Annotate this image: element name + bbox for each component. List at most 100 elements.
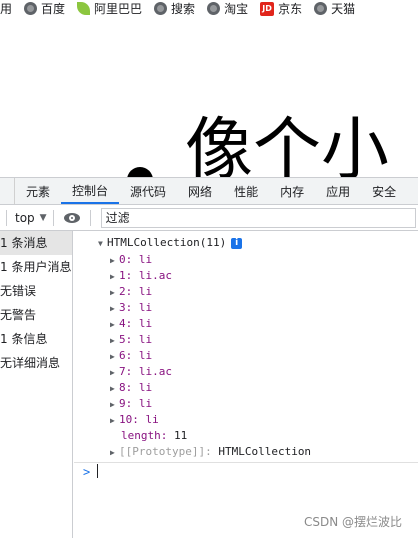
collection-item-row[interactable]: ▶ 9: li bbox=[110, 396, 152, 412]
collection-item-row[interactable]: ▶ 1: li.ac bbox=[110, 268, 172, 284]
bookmark-label: 搜索 bbox=[171, 2, 196, 16]
collapse-triangle-icon[interactable]: ▶ bbox=[110, 413, 119, 429]
tab-network[interactable]: 网络 bbox=[177, 178, 223, 204]
tab-application[interactable]: 应用 bbox=[315, 178, 361, 204]
collection-item-row[interactable]: ▶ 7: li.ac bbox=[110, 364, 172, 380]
item-value: li bbox=[145, 413, 159, 426]
item-value: li bbox=[138, 333, 153, 346]
sidebar-item-user-messages[interactable]: 1 条用户消息 bbox=[0, 255, 72, 279]
prototype-value: HTMLCollection bbox=[218, 445, 312, 458]
console-input[interactable] bbox=[97, 464, 98, 478]
sidebar-item-verbose[interactable]: 无详细消息 bbox=[0, 351, 72, 375]
bookmark-taobao[interactable]: 淘宝 bbox=[207, 0, 248, 17]
collapse-triangle-icon[interactable]: ▶ bbox=[110, 349, 119, 365]
eye-icon[interactable] bbox=[63, 212, 80, 223]
collection-item-row[interactable]: ▶ 10: li bbox=[110, 412, 159, 428]
prototype-row[interactable]: ▶ [[Prototype]]: HTMLCollection bbox=[110, 444, 311, 460]
item-key: 4: bbox=[119, 317, 133, 330]
collapse-triangle-icon[interactable]: ▶ bbox=[110, 445, 119, 461]
toolbar-divider bbox=[89, 209, 91, 226]
item-value: li.ac bbox=[138, 365, 172, 378]
devtools-grip[interactable] bbox=[0, 178, 15, 204]
list-bullet bbox=[127, 167, 153, 177]
collection-item-row[interactable]: ▶ 3: li bbox=[110, 300, 152, 316]
console-output: ▼ HTMLCollection(11) i ▶ 0: li ▶ 1: li.ac ▶ 2: … bbox=[74, 231, 418, 538]
globe-icon bbox=[314, 2, 328, 15]
bookmark-label: 用 bbox=[0, 2, 13, 16]
bookmarks-bar: 用 百度 阿里巴巴 搜索 淘宝 JD 京东 天猫 bbox=[0, 0, 418, 17]
tab-security[interactable]: 安全 bbox=[361, 178, 407, 204]
sidebar-item-messages[interactable]: 1 条消息 bbox=[0, 231, 72, 255]
sidebar-item-warnings[interactable]: 无警告 bbox=[0, 303, 72, 327]
console-sidebar: 1 条消息 1 条用户消息 无错误 无警告 1 条信息 无详细消息 bbox=[0, 231, 73, 538]
info-icon[interactable]: i bbox=[231, 237, 243, 249]
collapse-triangle-icon[interactable]: ▶ bbox=[110, 381, 119, 397]
bookmark-jd[interactable]: JD 京东 bbox=[260, 0, 302, 17]
tab-sources[interactable]: 源代码 bbox=[119, 178, 177, 204]
item-key: 10: bbox=[119, 413, 139, 426]
item-key: 9: bbox=[119, 397, 133, 410]
sidebar-item-info[interactable]: 1 条信息 bbox=[0, 327, 72, 351]
toolbar-divider bbox=[6, 209, 7, 226]
bookmark-alibaba[interactable]: 阿里巴巴 bbox=[77, 0, 142, 17]
item-key: 6: bbox=[119, 349, 133, 362]
collection-item-row[interactable]: ▶ 5: li bbox=[110, 332, 152, 348]
collection-item-row[interactable]: ▶ 8: li bbox=[110, 380, 152, 396]
context-selector[interactable]: top ▼ bbox=[15, 211, 47, 225]
item-value: li bbox=[138, 253, 153, 266]
expand-triangle-icon[interactable]: ▼ bbox=[98, 236, 107, 252]
bookmark-label: 百度 bbox=[41, 2, 66, 16]
item-key: 0: bbox=[119, 253, 133, 266]
collapse-triangle-icon[interactable]: ▶ bbox=[110, 317, 119, 333]
prompt-icon: > bbox=[83, 465, 91, 479]
tab-memory[interactable]: 内存 bbox=[269, 178, 315, 204]
page-content: 像个小 bbox=[0, 17, 418, 177]
page-big-text: 像个小 bbox=[185, 111, 390, 177]
tab-elements[interactable]: 元素 bbox=[15, 178, 61, 204]
collapse-triangle-icon[interactable]: ▶ bbox=[110, 285, 119, 301]
bookmark-label: 京东 bbox=[278, 2, 303, 16]
item-value: li bbox=[138, 285, 153, 298]
collection-item-row[interactable]: ▶ 0: li bbox=[110, 252, 152, 268]
jd-icon: JD bbox=[260, 1, 275, 16]
toolbar-divider bbox=[52, 209, 54, 226]
globe-icon bbox=[207, 2, 221, 15]
collection-header[interactable]: ▼ HTMLCollection(11) i bbox=[98, 235, 243, 252]
length-value: 11 bbox=[173, 429, 188, 442]
collection-item-row[interactable]: ▶ 6: li bbox=[110, 348, 152, 364]
tab-console[interactable]: 控制台 bbox=[61, 178, 120, 204]
item-value: li.ac bbox=[138, 269, 172, 282]
collapse-triangle-icon[interactable]: ▶ bbox=[110, 333, 119, 349]
bookmark-baidu[interactable]: 百度 bbox=[24, 0, 65, 17]
sidebar-item-errors[interactable]: 无错误 bbox=[0, 279, 72, 303]
item-value: li bbox=[138, 397, 153, 410]
tab-performance[interactable]: 性能 bbox=[223, 178, 269, 204]
prompt-divider bbox=[74, 462, 418, 463]
collapse-triangle-icon[interactable]: ▶ bbox=[110, 269, 119, 285]
watermark: CSDN @摆烂波比 bbox=[303, 515, 402, 529]
globe-icon bbox=[24, 2, 38, 15]
filter-input[interactable]: 过滤 bbox=[100, 207, 416, 228]
item-value: li bbox=[138, 317, 153, 330]
prototype-key: [[Prototype]]: bbox=[119, 445, 212, 458]
bookmark-label: 天猫 bbox=[331, 2, 356, 16]
console-toolbar: top ▼ 过滤 bbox=[0, 205, 418, 231]
length-key: length: bbox=[121, 429, 168, 442]
dropdown-arrow-icon: ▼ bbox=[39, 212, 47, 223]
collapse-triangle-icon[interactable]: ▶ bbox=[110, 253, 119, 269]
bookmark-search[interactable]: 搜索 bbox=[154, 0, 195, 17]
collection-item-row[interactable]: ▶ 2: li bbox=[110, 284, 152, 300]
item-key: 2: bbox=[119, 285, 133, 298]
item-value: li bbox=[138, 381, 153, 394]
collapse-triangle-icon[interactable]: ▶ bbox=[110, 301, 119, 317]
bookmark-tmall[interactable]: 天猫 bbox=[314, 0, 355, 17]
item-key: 5: bbox=[119, 333, 133, 346]
collection-header-label: HTMLCollection(11) bbox=[107, 236, 227, 249]
bookmark-partial[interactable]: 用 bbox=[0, 0, 12, 17]
collapse-triangle-icon[interactable]: ▶ bbox=[110, 397, 119, 413]
item-key: 3: bbox=[119, 301, 133, 314]
collection-item-row[interactable]: ▶ 4: li bbox=[110, 316, 152, 332]
item-value: li bbox=[138, 301, 153, 314]
item-value: li bbox=[138, 349, 153, 362]
collapse-triangle-icon[interactable]: ▶ bbox=[110, 365, 119, 381]
